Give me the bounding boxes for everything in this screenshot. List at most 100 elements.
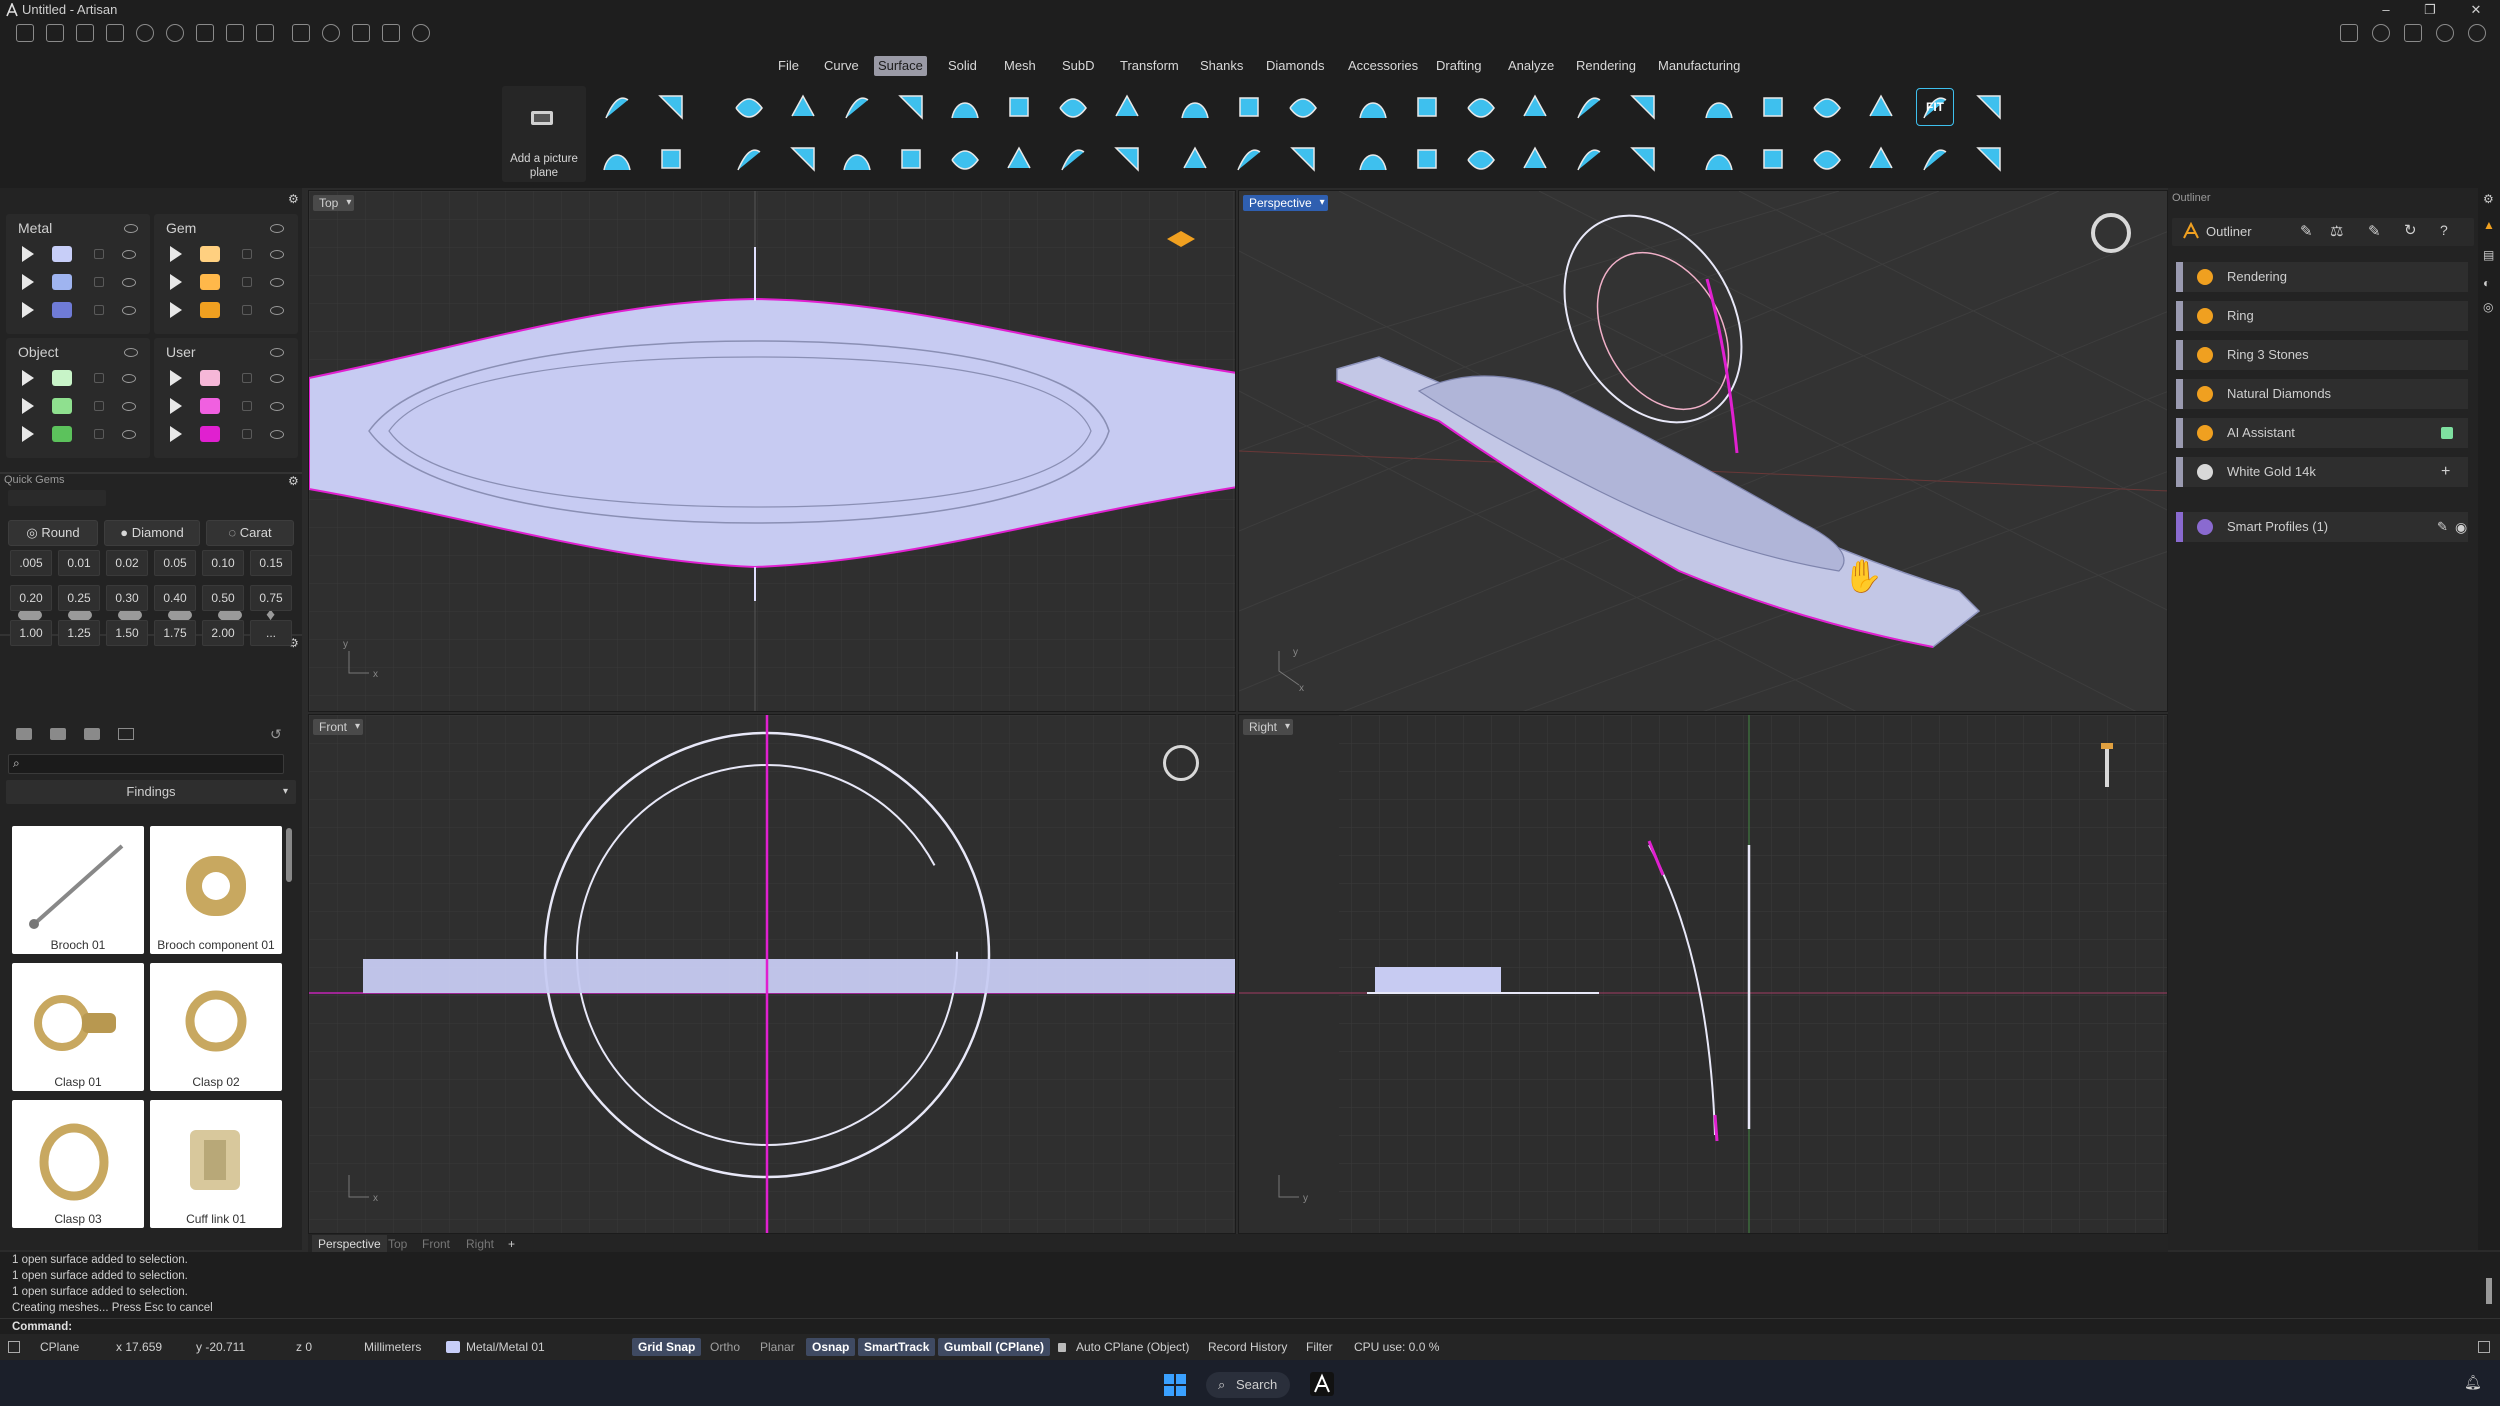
smarttrack-toggle[interactable]: SmartTrack xyxy=(858,1338,936,1356)
cplane-toggle-icon[interactable] xyxy=(8,1341,20,1353)
user-layer-select-arrow-icon[interactable] xyxy=(170,398,182,414)
gem-layer-lock-icon[interactable] xyxy=(242,305,252,315)
open-icon[interactable] xyxy=(76,24,94,42)
ortho-toggle[interactable]: Ortho xyxy=(710,1334,740,1360)
gem-layer-select-arrow-icon[interactable] xyxy=(170,302,182,318)
finding-thumbnail[interactable]: Cuff link 01 xyxy=(150,1100,282,1228)
diamond-type-button[interactable]: ● Diamond xyxy=(104,520,200,546)
export-icon[interactable] xyxy=(256,24,274,42)
gem-size-button[interactable]: 0.15 xyxy=(250,550,292,576)
gem-visibility-eye-icon[interactable] xyxy=(270,224,284,233)
object-layer-color-swatch[interactable] xyxy=(52,426,72,442)
outliner-item[interactable]: Rendering xyxy=(2176,262,2468,292)
metal-layer-eye-icon[interactable] xyxy=(122,250,136,259)
add-material-icon[interactable]: + xyxy=(2441,457,2450,487)
user-layer-color-swatch[interactable] xyxy=(200,398,220,414)
history-icon[interactable]: ↺ xyxy=(270,726,282,743)
object-layer-lock-icon[interactable] xyxy=(94,373,104,383)
menu-file[interactable]: File xyxy=(774,56,803,76)
menu-curve[interactable]: Curve xyxy=(820,56,863,76)
finding-thumbnail[interactable]: Clasp 02 xyxy=(150,963,282,1091)
ring-gumball-icon[interactable] xyxy=(2091,213,2131,253)
top-viewport[interactable]: y x Top ▾ xyxy=(308,190,1236,712)
add-folder-icon[interactable] xyxy=(50,728,66,740)
outliner-item[interactable]: Natural Diamonds xyxy=(2176,379,2468,409)
gem-layer-eye-icon[interactable] xyxy=(270,306,284,315)
right-viewport-label[interactable]: Right ▾ xyxy=(1243,719,1294,735)
surface-tool-button[interactable] xyxy=(892,140,930,178)
surface-tool-button[interactable] xyxy=(1000,88,1038,126)
surface-tool-button[interactable] xyxy=(1108,88,1146,126)
surface-tool-button[interactable] xyxy=(946,88,984,126)
user-layer-color-swatch[interactable] xyxy=(200,370,220,386)
history-scrollbar[interactable] xyxy=(2486,1278,2492,1304)
menu-solid[interactable]: Solid xyxy=(944,56,981,76)
surface-tool-button[interactable] xyxy=(1624,88,1662,126)
refresh-icon[interactable]: ↻ xyxy=(2404,221,2417,239)
front-viewport-label[interactable]: Front ▾ xyxy=(313,719,364,735)
perspective-viewport-label[interactable]: Perspective ▾ xyxy=(1243,195,1328,211)
planar-toggle[interactable]: Planar xyxy=(760,1334,795,1360)
gumball-toggle[interactable]: Gumball (CPlane) xyxy=(938,1338,1051,1356)
tab-front[interactable]: Front xyxy=(422,1235,450,1253)
surface-tool-button[interactable] xyxy=(598,88,636,126)
gem-size-button[interactable]: 2.00 xyxy=(202,620,244,646)
surface-tool-button[interactable] xyxy=(1408,140,1446,178)
surface-tool-button[interactable] xyxy=(1808,140,1846,178)
user-layer-select-arrow-icon[interactable] xyxy=(170,426,182,442)
object-layer-color-swatch[interactable] xyxy=(52,398,72,414)
perspective-viewport[interactable]: y x ✋ Perspective ▾ xyxy=(1238,190,2168,712)
gem-size-button[interactable]: .005 xyxy=(10,550,52,576)
gem-layer-color-swatch[interactable] xyxy=(200,246,220,262)
dock-outliner-icon[interactable]: ▲ xyxy=(2483,218,2495,232)
surface-tool-button[interactable] xyxy=(1808,88,1846,126)
carat-unit-button[interactable]: ◌ Carat xyxy=(206,520,294,546)
round-shape-button[interactable]: ◎ Round xyxy=(8,520,98,546)
surface-tool-button[interactable] xyxy=(1970,88,2008,126)
grid-view-icon[interactable] xyxy=(118,728,134,740)
metal-layer-lock-icon[interactable] xyxy=(94,305,104,315)
surface-tool-button[interactable] xyxy=(838,88,876,126)
smart-profiles-item[interactable]: Smart Profiles (1) ✎ ◉ xyxy=(2176,512,2468,542)
surface-tool-button[interactable] xyxy=(1354,140,1392,178)
current-layer-label[interactable]: Metal/Metal 01 xyxy=(466,1334,545,1360)
grid-snap-toggle[interactable]: Grid Snap xyxy=(632,1338,702,1356)
library-scrollbar[interactable] xyxy=(286,828,292,882)
taskbar-search-button[interactable]: ⌕ Search xyxy=(1206,1372,1290,1398)
finding-thumbnail[interactable]: Brooch component 01 xyxy=(150,826,282,954)
front-viewport[interactable]: x Front ▾ xyxy=(308,714,1236,1234)
object-visibility-eye-icon[interactable] xyxy=(124,348,138,357)
surface-tool-button[interactable] xyxy=(1570,140,1608,178)
gem-shape-picker[interactable] xyxy=(8,490,106,506)
gem-size-button[interactable]: 0.30 xyxy=(106,585,148,611)
menu-subd[interactable]: SubD xyxy=(1058,56,1099,76)
surface-tool-button[interactable] xyxy=(1284,88,1322,126)
top-viewport-label[interactable]: Top ▾ xyxy=(313,195,355,211)
gem-layer-select-arrow-icon[interactable] xyxy=(170,274,182,290)
dock-display-icon[interactable]: ◎ xyxy=(2483,300,2493,314)
filter-toggle[interactable]: Filter xyxy=(1306,1334,1333,1360)
surface-tool-button[interactable] xyxy=(730,140,768,178)
help-icon[interactable] xyxy=(2436,24,2454,42)
gem-size-button[interactable]: 0.40 xyxy=(154,585,196,611)
menu-manufacturing[interactable]: Manufacturing xyxy=(1654,56,1744,76)
surface-tool-button[interactable] xyxy=(1570,88,1608,126)
quick-gems-settings-gear-icon[interactable]: ⚙ xyxy=(288,474,299,488)
menu-surface[interactable]: Surface xyxy=(874,56,927,76)
user-layer-lock-icon[interactable] xyxy=(242,401,252,411)
outliner-item[interactable]: AI Assistant xyxy=(2176,418,2468,448)
menu-shanks[interactable]: Shanks xyxy=(1196,56,1247,76)
pin-icon[interactable]: ✎ xyxy=(2300,222,2313,240)
close-icon[interactable]: ✕ xyxy=(2466,0,2486,20)
dock-settings-gear-icon[interactable]: ⚙ xyxy=(2483,192,2494,206)
outliner-item[interactable]: Ring xyxy=(2176,301,2468,331)
info-icon[interactable] xyxy=(2372,24,2390,42)
bail-view-icon[interactable] xyxy=(2101,743,2113,787)
measure-icon[interactable] xyxy=(292,24,310,42)
metal-layer-select-arrow-icon[interactable] xyxy=(22,302,34,318)
surface-tool-button[interactable] xyxy=(1970,140,2008,178)
gem-layer-lock-icon[interactable] xyxy=(242,249,252,259)
gem-size-button[interactable]: 1.00 xyxy=(10,620,52,646)
metal-layer-lock-icon[interactable] xyxy=(94,277,104,287)
gem-size-button[interactable]: ... xyxy=(250,620,292,646)
